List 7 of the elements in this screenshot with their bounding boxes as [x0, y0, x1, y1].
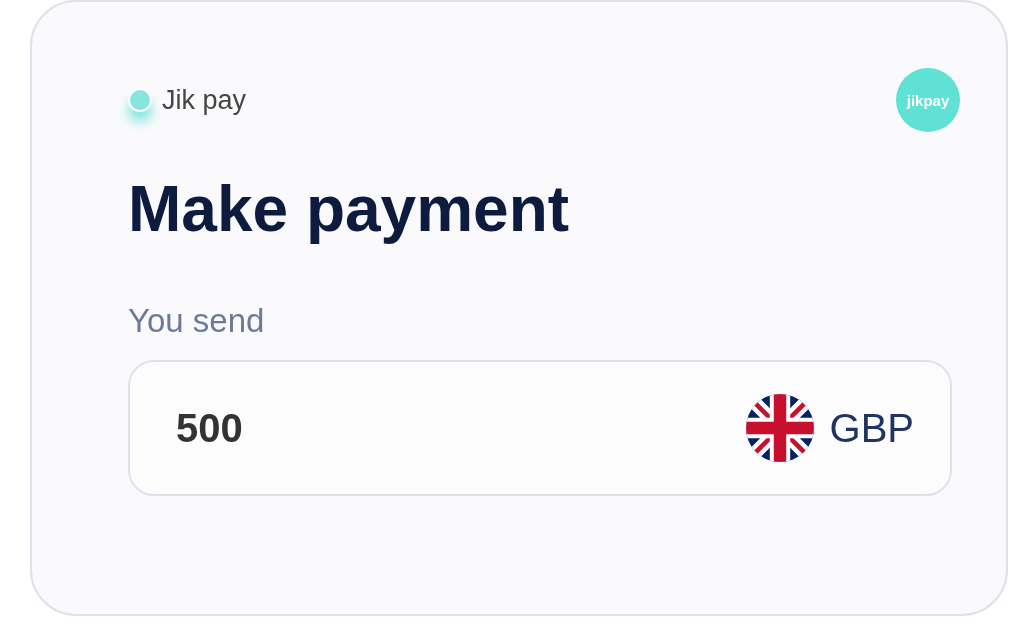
logo: jikpay	[896, 68, 960, 132]
brand-name: Jik pay	[162, 84, 247, 116]
amount-field[interactable]: 500 GBP	[128, 360, 952, 496]
currency-code: GBP	[829, 405, 914, 451]
page-title: Make payment	[128, 172, 571, 246]
field-label: You send	[128, 302, 266, 340]
amount-value: 500	[176, 405, 243, 451]
